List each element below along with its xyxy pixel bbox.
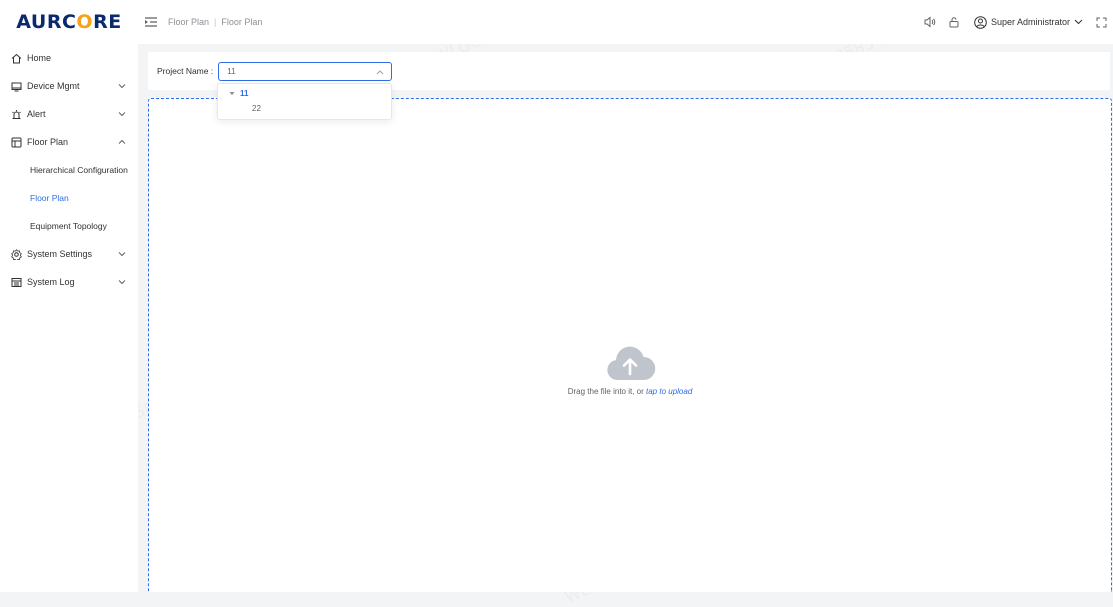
user-name: Super Administrator xyxy=(990,17,1070,27)
sidebar-subitem-hierarchical-configuration[interactable]: Hierarchical Configuration xyxy=(0,156,138,184)
chevron-down-icon xyxy=(118,82,126,90)
tree-option[interactable]: 22 xyxy=(252,104,261,113)
upload-instruction-text: Drag the file into it, or xyxy=(567,387,646,396)
fullscreen-icon xyxy=(1096,17,1106,27)
sidebar: Home Device Mgmt Alert Floor Plan Hierar… xyxy=(0,44,138,592)
sidebar-subitem-floor-plan[interactable]: Floor Plan xyxy=(0,184,138,212)
breadcrumb-item[interactable]: Floor Plan xyxy=(168,17,209,27)
chevron-up-icon xyxy=(376,69,384,75)
upload-instruction: Drag the file into it, or tap to upload xyxy=(568,387,693,396)
user-menu[interactable]: Super Administrator xyxy=(974,15,1083,29)
sidebar-subitem-equipment-topology[interactable]: Equipment Topology xyxy=(0,212,138,240)
user-avatar-icon xyxy=(974,15,987,29)
monitor-icon xyxy=(10,80,22,92)
sidebar-item-system-log[interactable]: System Log xyxy=(0,268,138,296)
alert-icon xyxy=(10,108,22,120)
menu-fold-icon xyxy=(145,17,157,27)
sidebar-item-device-mgmt[interactable]: Device Mgmt xyxy=(0,72,138,100)
breadcrumb: Floor Plan | Floor Plan xyxy=(168,17,262,27)
upload-dropzone[interactable]: Drag the file into it, or tap to upload xyxy=(148,98,1112,592)
project-tree-dropdown: 11 22 xyxy=(217,83,392,120)
sidebar-item-alert[interactable]: Alert xyxy=(0,100,138,128)
layout-icon xyxy=(10,136,22,148)
sidebar-item-home[interactable]: Home xyxy=(0,44,138,72)
sidebar-item-label: System Settings xyxy=(27,249,93,259)
tree-option-label: 22 xyxy=(252,104,261,113)
speaker-button[interactable] xyxy=(922,14,938,30)
brand-logo: AURC O RE xyxy=(0,0,138,44)
tree-option[interactable]: 11 xyxy=(229,89,248,98)
tree-option-label: 11 xyxy=(240,89,249,98)
chevron-down-icon xyxy=(118,110,126,118)
brand-logo-text: RE xyxy=(93,11,122,33)
sidebar-item-system-settings[interactable]: System Settings xyxy=(0,240,138,268)
breadcrumb-separator: | xyxy=(214,17,217,27)
main-content: Project Name : 11 11 22 Drag the file in… xyxy=(138,44,1113,592)
gear-icon xyxy=(10,248,22,260)
project-name-select[interactable]: 11 xyxy=(218,61,393,81)
sidebar-item-floor-plan[interactable]: Floor Plan xyxy=(0,128,138,156)
upload-link[interactable]: tap to upload xyxy=(646,387,692,396)
breadcrumb-item-current: Floor Plan xyxy=(221,17,263,27)
sidebar-collapse-button[interactable] xyxy=(142,13,160,31)
fullscreen-button[interactable] xyxy=(1093,14,1109,30)
sidebar-item-label: Device Mgmt xyxy=(27,81,80,91)
sidebar-item-label: Home xyxy=(27,53,52,63)
cloud-upload-icon xyxy=(604,342,656,384)
home-icon xyxy=(10,52,22,64)
brand-logo-accent: O xyxy=(76,11,94,33)
speaker-icon xyxy=(924,16,936,28)
top-bar: AURC O RE Floor Plan | Floor Plan Super … xyxy=(0,0,1113,44)
sidebar-item-label: Alert xyxy=(27,109,46,119)
project-name-value: 11 xyxy=(227,66,236,76)
header-actions: Super Administrator xyxy=(922,0,1113,44)
project-name-label: Project Name : xyxy=(157,66,214,76)
brand-logo-text: AURC xyxy=(16,11,77,33)
sidebar-item-label: Floor Plan xyxy=(27,137,69,147)
chevron-down-icon xyxy=(1074,19,1083,25)
lock-icon xyxy=(949,17,959,28)
sidebar-item-label: System Log xyxy=(27,277,75,287)
upload-prompt: Drag the file into it, or tap to upload xyxy=(149,342,1111,396)
chevron-down-icon xyxy=(118,250,126,258)
chevron-down-icon xyxy=(118,278,126,286)
chevron-up-icon xyxy=(118,138,126,146)
lock-button[interactable] xyxy=(946,14,962,30)
log-icon xyxy=(10,276,22,288)
caret-down-icon xyxy=(229,91,235,96)
